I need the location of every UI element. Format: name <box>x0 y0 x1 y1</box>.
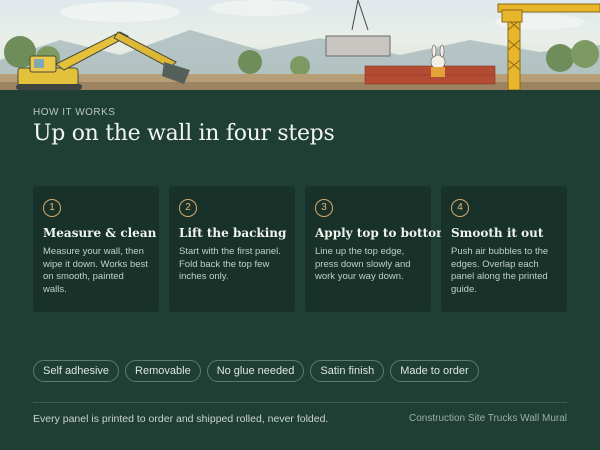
section-title: Up on the wall in four steps <box>33 121 335 146</box>
step-description: Measure your wall, then wipe it down. Wo… <box>43 246 148 295</box>
step-description: Start with the first panel. Fold back th… <box>179 246 281 282</box>
step-card: 4 Smooth it out Push air bubbles to the … <box>441 186 567 312</box>
brick-wall-icon <box>364 65 496 85</box>
step-card: 2 Lift the backing Start with the first … <box>169 186 295 312</box>
construction-scene-image <box>0 0 600 90</box>
feature-tag: Removable <box>125 360 201 382</box>
feature-tag: Satin finish <box>310 360 385 382</box>
product-name: Construction Site Trucks Wall Mural <box>408 413 567 424</box>
feature-tags: Self adhesive Removable No glue needed S… <box>33 360 479 382</box>
feature-tag: No glue needed <box>206 360 305 382</box>
shipping-note: Every panel is printed to order and ship… <box>33 413 329 425</box>
step-title: Apply top to bottom <box>315 226 449 240</box>
step-description: Push air bubbles to the edges. Overlap e… <box>451 246 549 295</box>
step-title: Smooth it out <box>451 226 544 240</box>
feature-tag: Self adhesive <box>33 360 120 382</box>
crane-load-icon <box>325 0 391 57</box>
feature-tag: Made to order <box>390 360 479 382</box>
steps-list: 1 Measure & clean Measure your wall, the… <box>33 186 567 312</box>
hero-illustration <box>0 0 600 90</box>
step-card: 3 Apply top to bottom Line up the top ed… <box>305 186 449 312</box>
step-title: Lift the backing <box>179 226 287 240</box>
step-number-badge: 2 <box>179 199 197 217</box>
footer-divider <box>33 402 567 403</box>
step-number-badge: 3 <box>315 199 333 217</box>
step-card: 1 Measure & clean Measure your wall, the… <box>33 186 159 312</box>
step-number-badge: 1 <box>43 199 61 217</box>
section-eyebrow: HOW IT WORKS <box>33 107 116 118</box>
step-title: Measure & clean <box>43 226 157 240</box>
step-description: Line up the top edge, press down slowly … <box>315 246 411 282</box>
step-number-badge: 4 <box>451 199 469 217</box>
